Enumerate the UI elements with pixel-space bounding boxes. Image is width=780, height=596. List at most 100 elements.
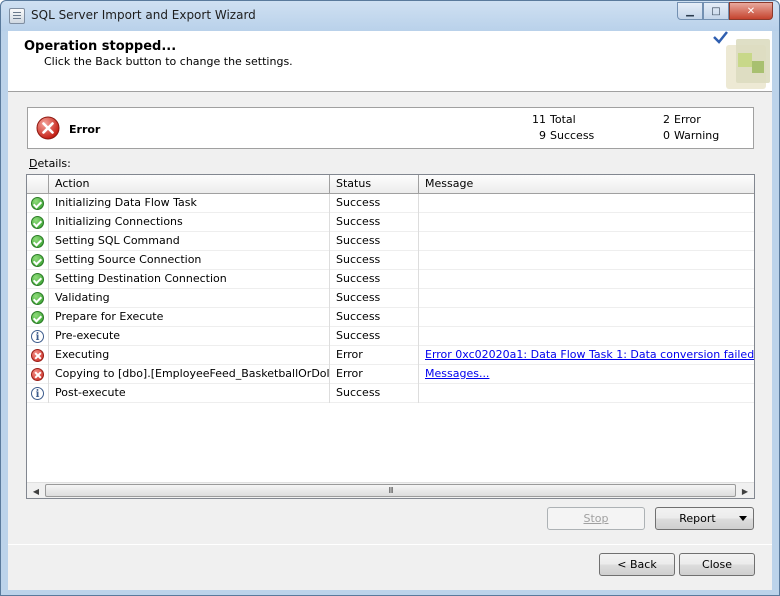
details-grid[interactable]: Action Status Message Initializing Data … <box>26 174 755 499</box>
error-icon <box>31 368 44 381</box>
success-count: 9 <box>539 129 546 142</box>
close-button[interactable]: Close <box>679 553 755 576</box>
action-cell: Prepare for Execute <box>49 308 330 327</box>
footer-divider <box>8 544 772 545</box>
table-row[interactable]: Validating Success <box>27 289 754 308</box>
action-cell: Setting Source Connection <box>49 251 330 270</box>
message-cell <box>419 384 754 403</box>
action-cell: Initializing Data Flow Task <box>49 194 330 213</box>
status-cell: Success <box>330 213 419 232</box>
app-icon <box>9 8 25 24</box>
message-cell <box>419 327 754 346</box>
scroll-left-button[interactable]: ◀ <box>28 484 44 498</box>
window-title: SQL Server Import and Export Wizard <box>31 8 256 22</box>
action-cell: Setting Destination Connection <box>49 270 330 289</box>
action-cell: Post-execute <box>49 384 330 403</box>
success-icon <box>31 235 44 248</box>
wizard-client-area: Operation stopped... Click the Back butt… <box>8 31 772 590</box>
summary-panel: Error 11 Total 9 Success 2 Error 0 Warning <box>27 107 754 149</box>
wizard-banner-icon <box>713 31 770 89</box>
report-button[interactable]: Report <box>655 507 754 530</box>
close-icon: ✕ <box>746 5 756 17</box>
total-label: Total <box>550 113 576 126</box>
column-header-icon[interactable] <box>27 175 49 194</box>
success-label: Success <box>550 129 595 142</box>
row-icon-cell <box>27 251 49 270</box>
table-row[interactable]: Initializing Data Flow Task Success <box>27 194 754 213</box>
stop-button[interactable]: Stop <box>547 507 645 530</box>
back-button-label: < Back <box>617 558 657 571</box>
message-link[interactable]: Error 0xc02020a1: Data Flow Task 1: Data… <box>425 348 754 361</box>
action-cell: Pre-execute <box>49 327 330 346</box>
row-icon-cell <box>27 289 49 308</box>
success-icon <box>31 216 44 229</box>
message-link[interactable]: Messages... <box>425 367 489 380</box>
wizard-header: Operation stopped... Click the Back butt… <box>8 31 772 92</box>
status-cell: Success <box>330 308 419 327</box>
wizard-window: SQL Server Import and Export Wizard ▁ □ … <box>0 0 780 596</box>
horizontal-scrollbar[interactable]: ◀ III ▶ <box>27 482 754 498</box>
message-cell <box>419 232 754 251</box>
message-cell <box>419 289 754 308</box>
chevron-down-icon <box>739 516 747 521</box>
details-label: Details: <box>29 157 71 170</box>
maximize-icon: □ <box>711 5 721 17</box>
table-row[interactable]: Copying to [dbo].[EmployeeFeed_Basketbal… <box>27 365 754 384</box>
page-subtitle: Click the Back button to change the sett… <box>44 55 293 68</box>
total-count: 11 <box>532 113 546 126</box>
table-row[interactable]: Prepare for Execute Success <box>27 308 754 327</box>
row-icon-cell <box>27 365 49 384</box>
success-icon <box>31 197 44 210</box>
action-cell: Setting SQL Command <box>49 232 330 251</box>
scrollbar-grip: III <box>388 486 393 495</box>
title-bar[interactable]: SQL Server Import and Export Wizard ▁ □ … <box>1 1 779 31</box>
report-button-label: Report <box>679 512 716 525</box>
message-cell <box>419 213 754 232</box>
row-icon-cell <box>27 232 49 251</box>
maximize-button[interactable]: □ <box>703 2 729 20</box>
message-cell <box>419 194 754 213</box>
action-cell: Copying to [dbo].[EmployeeFeed_Basketbal… <box>49 365 330 384</box>
chevron-left-icon: ◀ <box>32 486 40 496</box>
status-cell: Error <box>330 346 419 365</box>
message-cell <box>419 270 754 289</box>
scroll-right-button[interactable]: ▶ <box>737 484 753 498</box>
table-row[interactable]: Executing Error Error 0xc02020a1: Data Flo… <box>27 346 754 365</box>
status-cell: Success <box>330 251 419 270</box>
grid-header: Action Status Message <box>27 175 754 194</box>
column-header-status[interactable]: Status <box>330 175 419 194</box>
minimize-icon: ▁ <box>686 5 694 17</box>
table-row[interactable]: Initializing Connections Success <box>27 213 754 232</box>
table-row[interactable]: Setting Source Connection Success <box>27 251 754 270</box>
close-window-button[interactable]: ✕ <box>729 2 773 20</box>
table-row[interactable]: Setting Destination Connection Success <box>27 270 754 289</box>
row-icon-cell <box>27 270 49 289</box>
column-header-action[interactable]: Action <box>49 175 330 194</box>
summary-status: Error <box>69 123 101 136</box>
action-cell: Initializing Connections <box>49 213 330 232</box>
status-cell: Success <box>330 327 419 346</box>
row-icon-cell <box>27 384 49 403</box>
column-header-message[interactable]: Message <box>419 175 754 194</box>
grid-rows: Initializing Data Flow Task Success Initia… <box>27 194 754 403</box>
table-row[interactable]: Setting SQL Command Success <box>27 232 754 251</box>
table-row[interactable]: Pre-executeSuccess <box>27 327 754 346</box>
chevron-right-icon: ▶ <box>741 486 749 496</box>
error-icon <box>36 116 60 140</box>
status-cell: Error <box>330 365 419 384</box>
row-icon-cell <box>27 308 49 327</box>
success-icon <box>31 273 44 286</box>
page-title: Operation stopped... <box>24 39 177 54</box>
success-icon <box>31 292 44 305</box>
warning-label: Warning <box>674 129 720 142</box>
row-icon-cell <box>27 194 49 213</box>
success-icon <box>31 311 44 324</box>
window-controls: ▁ □ ✕ <box>677 2 773 20</box>
status-cell: Success <box>330 194 419 213</box>
back-button[interactable]: < Back <box>599 553 675 576</box>
stop-button-label: Stop <box>583 512 609 525</box>
scrollbar-thumb[interactable]: III <box>45 484 736 497</box>
total-stat: 11 Total <box>532 113 576 126</box>
table-row[interactable]: Post-executeSuccess <box>27 384 754 403</box>
minimize-button[interactable]: ▁ <box>677 2 703 20</box>
